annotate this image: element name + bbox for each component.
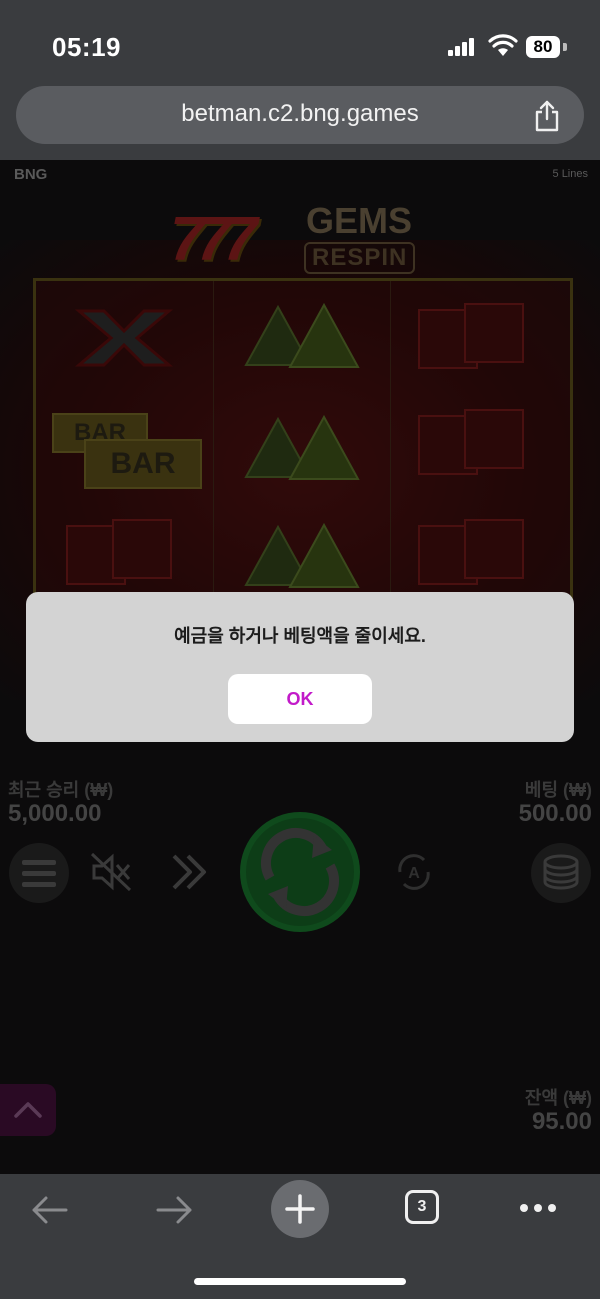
alert-dialog: 예금을 하거나 베팅액을 줄이세요. OK xyxy=(26,592,574,742)
red-gem-symbol xyxy=(464,303,524,363)
fast-forward-icon[interactable] xyxy=(170,852,210,892)
new-tab-icon[interactable] xyxy=(271,1180,329,1238)
reel-divider xyxy=(390,281,391,623)
logo-gems: GEMS xyxy=(306,200,413,241)
share-icon[interactable] xyxy=(534,100,560,132)
wifi-icon xyxy=(488,34,518,56)
coins-icon[interactable] xyxy=(530,842,592,904)
green-gem-symbol xyxy=(244,414,360,480)
forward-icon[interactable] xyxy=(154,1194,194,1226)
spin-icon[interactable] xyxy=(240,812,360,932)
autoplay-letter: A xyxy=(408,865,420,882)
green-gem-symbol xyxy=(244,302,360,368)
balance-value: 95.00 xyxy=(531,1108,592,1135)
provider-logo: BNG xyxy=(14,166,48,183)
red-gem-symbol xyxy=(464,519,524,579)
reel-divider xyxy=(213,281,214,623)
green-gem-symbol xyxy=(244,522,360,588)
dialog-message: 예금을 하거나 베팅액을 줄이세요. xyxy=(174,626,426,646)
red-gem-symbol xyxy=(464,409,524,469)
status-bar: 05:19 80 xyxy=(0,0,600,80)
ok-button[interactable]: OK xyxy=(228,674,372,724)
address-bar[interactable]: betman.c2.bng.games xyxy=(16,86,584,144)
bet-value: 500.00 xyxy=(518,800,592,827)
browser-toolbar: betman.c2.bng.games xyxy=(0,80,600,160)
more-icon[interactable] xyxy=(518,1202,558,1214)
last-win-label: 최근 승리 (₩) xyxy=(8,780,114,800)
menu-icon[interactable] xyxy=(8,842,70,904)
home-indicator xyxy=(194,1278,406,1285)
clock: 05:19 xyxy=(52,32,121,62)
reel-grid: BAR BAR xyxy=(33,278,573,626)
lines-label: 5 Lines xyxy=(552,168,588,180)
logo-respin: RESPIN xyxy=(304,242,416,274)
game-logo: 777 GEMS RESPIN xyxy=(170,198,440,278)
x-symbol xyxy=(74,309,174,367)
chevron-up-icon xyxy=(14,1102,42,1118)
signal-icon xyxy=(448,38,476,56)
battery-indicator: 80 xyxy=(526,36,560,58)
collapse-panel-button[interactable] xyxy=(0,1084,56,1136)
balance-label: 잔액 (₩) xyxy=(524,1088,592,1108)
url-text[interactable]: betman.c2.bng.games xyxy=(16,100,584,128)
red-gem-symbol xyxy=(112,519,172,579)
tabs-icon[interactable]: 3 xyxy=(405,1190,439,1224)
bet-label: 베팅 (₩) xyxy=(524,780,592,800)
logo-sevens: 777 xyxy=(170,205,257,274)
last-win-value: 5,000.00 xyxy=(8,800,102,827)
battery-tip xyxy=(563,43,567,51)
autoplay-icon[interactable]: A xyxy=(392,850,436,894)
bar-symbol: BAR xyxy=(84,439,202,489)
sound-muted-icon[interactable] xyxy=(90,852,132,892)
back-icon[interactable] xyxy=(30,1194,70,1226)
